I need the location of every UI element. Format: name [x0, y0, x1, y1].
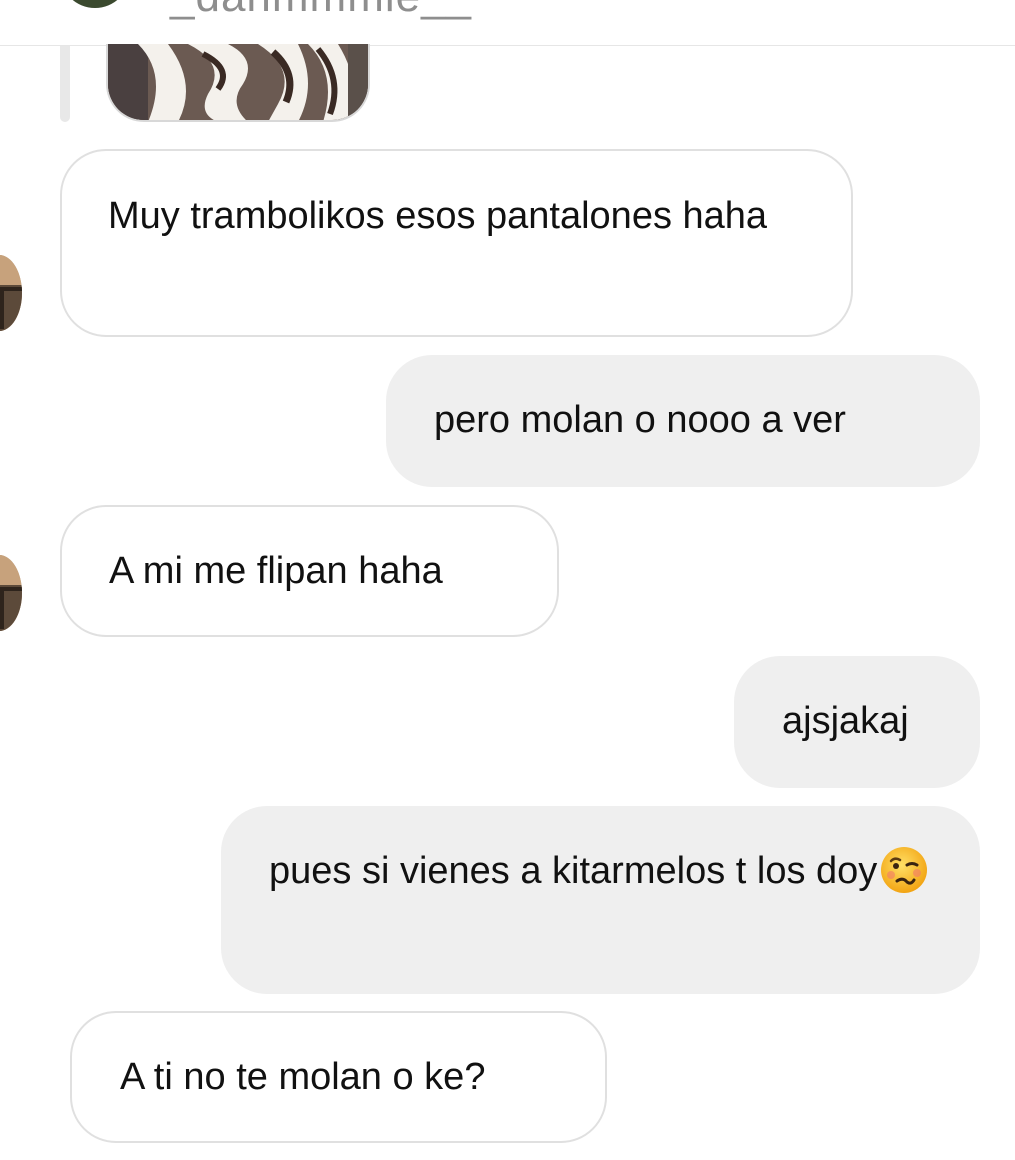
message-text: pero molan o nooo a ver	[434, 399, 846, 441]
message-text: A mi me flipan haha	[109, 550, 443, 592]
message-text: pues si vienes a kitarmelos t los doy	[269, 850, 878, 892]
message-bubble-incoming[interactable]: A ti no te molan o ke?	[70, 1011, 607, 1143]
message-bubble-outgoing[interactable]: pues si vienes a kitarmelos t los doy	[221, 806, 980, 994]
message-bubble-incoming[interactable]: Muy trambolikos esos pantalones haha	[60, 149, 853, 337]
message-text: Muy trambolikos esos pantalones haha	[108, 195, 768, 237]
reply-indicator-bar	[60, 46, 70, 122]
shared-photo[interactable]	[106, 44, 370, 122]
header-username[interactable]: _danmmmie__	[170, 0, 472, 22]
message-text: A ti no te molan o ke?	[120, 1056, 486, 1098]
message-bubble-incoming[interactable]: A mi me flipan haha	[60, 505, 559, 637]
message-bubble-outgoing[interactable]: ajsjakaj	[734, 656, 980, 788]
sender-avatar[interactable]	[0, 255, 22, 331]
message-text: ajsjakaj	[782, 700, 909, 742]
woozy-face-icon	[879, 845, 929, 895]
message-bubble-outgoing[interactable]: pero molan o nooo a ver	[386, 355, 980, 487]
chat-header: _danmmmie__	[0, 0, 1015, 46]
sender-avatar[interactable]	[0, 555, 22, 631]
header-avatar[interactable]	[60, 0, 130, 8]
